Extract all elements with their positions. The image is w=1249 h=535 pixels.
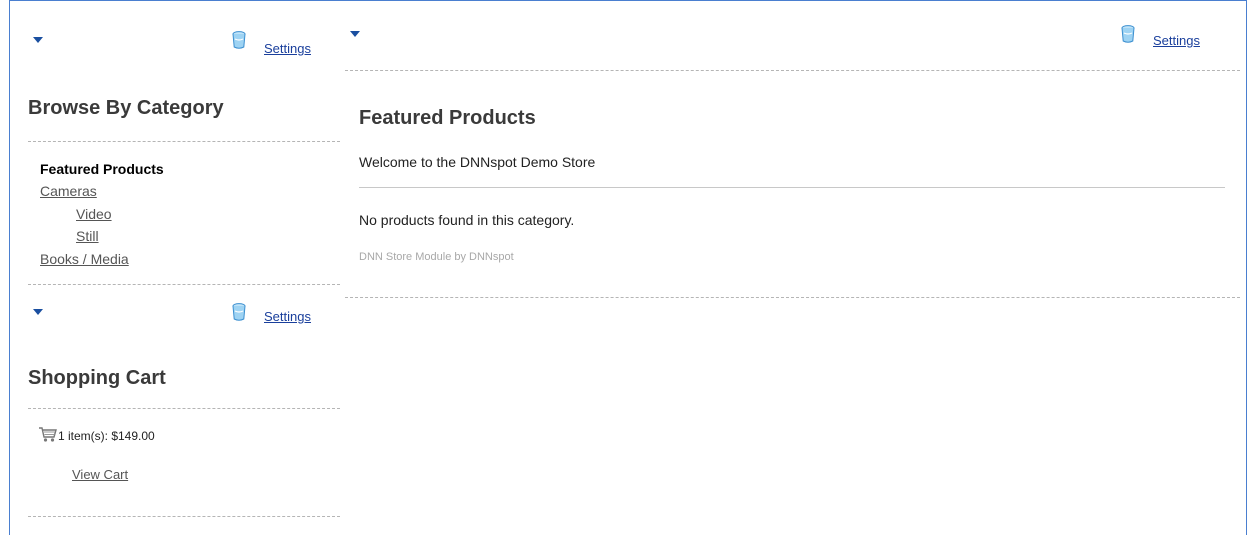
divider: [28, 516, 340, 517]
category-still[interactable]: Still: [76, 228, 99, 244]
divider: [345, 297, 1240, 298]
recycle-bin-icon[interactable]: [232, 31, 246, 49]
category-cameras[interactable]: Cameras: [40, 183, 97, 199]
recycle-bin-icon[interactable]: [232, 303, 246, 321]
category-featured-products[interactable]: Featured Products: [40, 161, 164, 177]
view-cart-link[interactable]: View Cart: [72, 467, 128, 482]
recycle-bin-icon[interactable]: [1121, 25, 1135, 43]
cart-icon: [39, 427, 57, 442]
page-frame: [9, 0, 1247, 535]
no-products-message: No products found in this category.: [359, 212, 575, 228]
divider: [28, 141, 340, 142]
settings-link[interactable]: Settings: [1153, 33, 1200, 48]
divider: [359, 187, 1225, 188]
divider: [28, 408, 340, 409]
welcome-text: Welcome to the DNNspot Demo Store: [359, 154, 596, 170]
module-menu-arrow-icon[interactable]: [33, 309, 43, 315]
featured-products-title: Featured Products: [359, 107, 536, 129]
module-menu-arrow-icon[interactable]: [33, 37, 43, 43]
divider: [345, 70, 1240, 71]
category-video[interactable]: Video: [76, 206, 112, 222]
cart-summary: 1 item(s): $149.00: [58, 429, 155, 443]
settings-link[interactable]: Settings: [264, 41, 311, 56]
module-credit: DNN Store Module by DNNspot: [359, 251, 514, 263]
settings-link[interactable]: Settings: [264, 309, 311, 324]
browse-by-category-title: Browse By Category: [28, 97, 224, 119]
module-menu-arrow-icon[interactable]: [350, 31, 360, 37]
divider: [28, 284, 340, 285]
category-books-media[interactable]: Books / Media: [40, 251, 129, 267]
shopping-cart-title: Shopping Cart: [28, 367, 166, 389]
